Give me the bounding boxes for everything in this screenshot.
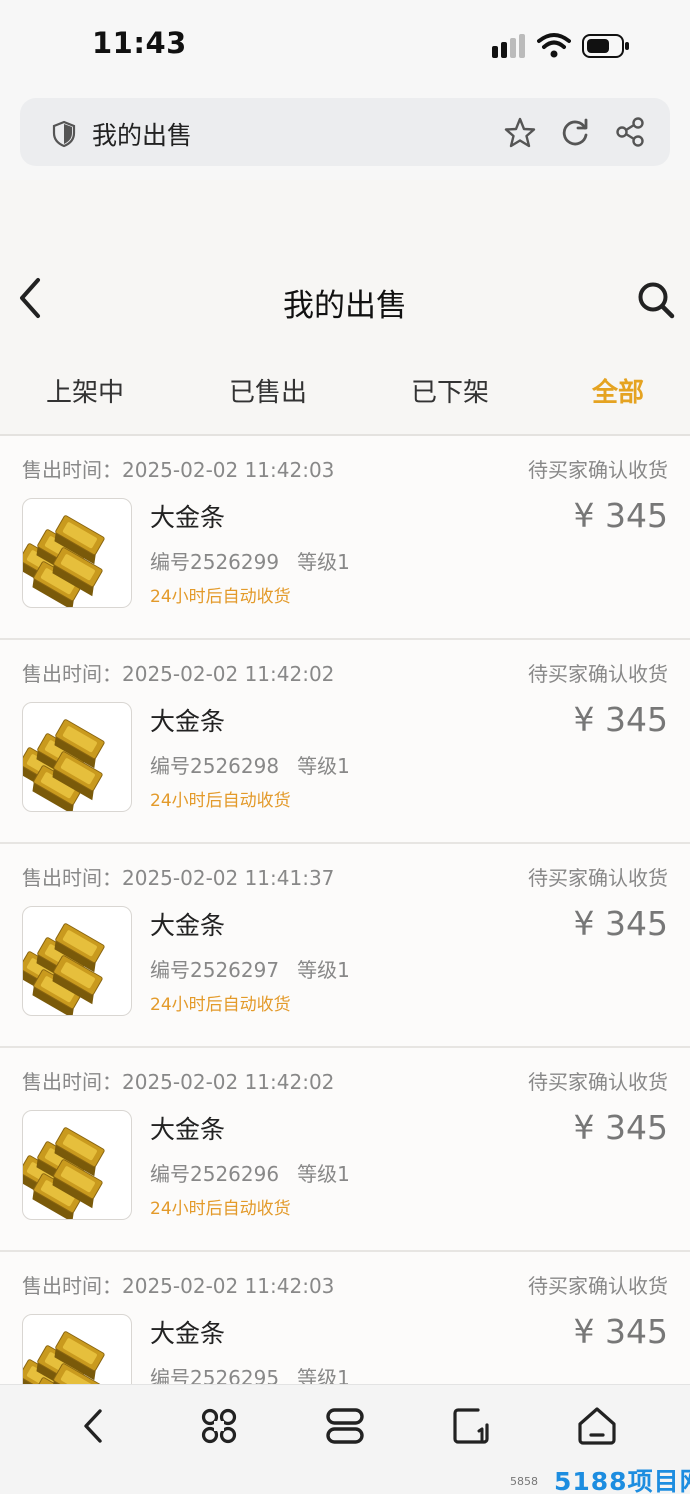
item-price: ¥ 345 [573, 904, 668, 943]
item-thumbnail [22, 906, 132, 1016]
item-thumbnail [22, 1110, 132, 1220]
auto-receive-tip: 24小时后自动收货 [150, 995, 291, 1015]
item-meta: 编号2526298 等级1 [150, 750, 350, 779]
cellular-signal-icon [492, 34, 525, 58]
sold-time: 售出时间：2025-02-02 11:42:02 [22, 1070, 335, 1094]
item-name: 大金条 [150, 911, 226, 940]
order-card[interactable]: 售出时间：2025-02-02 11:42:03 待买家确认收货 大金条 编号2… [0, 436, 690, 640]
item-meta: 编号2526296 等级1 [150, 1158, 350, 1187]
status-bar: 11:43 [0, 0, 690, 92]
item-price: ¥ 345 [573, 1108, 668, 1147]
item-meta: 编号2526299 等级1 [150, 546, 350, 575]
sold-time: 售出时间：2025-02-02 11:42:02 [22, 662, 335, 686]
new-tab-icon[interactable] [448, 1403, 494, 1449]
search-icon[interactable] [636, 280, 676, 320]
order-status: 待买家确认收货 [528, 662, 668, 686]
item-number: 编号2526298 [150, 754, 280, 778]
order-status: 待买家确认收货 [528, 1070, 668, 1094]
menu-icon[interactable] [196, 1403, 242, 1449]
star-icon[interactable] [503, 116, 537, 150]
page: 11:43 我的出售 我的出售 上架中 已售出 已下架 全部 售出时间：2025… [0, 0, 690, 1494]
item-thumbnail [22, 702, 132, 812]
auto-receive-tip: 24小时后自动收货 [150, 587, 291, 607]
item-price: ¥ 345 [573, 700, 668, 739]
item-name: 大金条 [150, 1115, 226, 1144]
watermark: 5858 5188项目网 [510, 1464, 690, 1494]
order-list: 售出时间：2025-02-02 11:42:03 待买家确认收货 大金条 编号2… [0, 436, 690, 1456]
item-number: 编号2526299 [150, 550, 280, 574]
item-name: 大金条 [150, 503, 226, 532]
shield-icon[interactable] [52, 120, 76, 148]
item-meta: 编号2526297 等级1 [150, 954, 350, 983]
filter-tabs: 上架中 已售出 已下架 全部 [0, 348, 690, 436]
item-level: 等级1 [297, 550, 350, 574]
item-price: ¥ 345 [573, 496, 668, 535]
wifi-icon [537, 33, 571, 58]
url-title[interactable]: 我的出售 [92, 116, 192, 152]
auto-receive-tip: 24小时后自动收货 [150, 791, 291, 811]
gold-bars-icon [23, 719, 105, 811]
sold-time: 售出时间：2025-02-02 11:41:37 [22, 866, 335, 890]
page-title: 我的出售 [283, 288, 407, 324]
item-level: 等级1 [297, 1162, 350, 1186]
sold-time: 售出时间：2025-02-02 11:42:03 [22, 1274, 335, 1298]
share-icon[interactable] [614, 116, 646, 148]
item-price: ¥ 345 [573, 1312, 668, 1351]
battery-icon [582, 34, 629, 58]
tab-all[interactable]: 全部 [592, 372, 644, 409]
reload-icon[interactable] [559, 116, 591, 148]
tabs-icon[interactable] [322, 1403, 368, 1449]
nav-back-icon[interactable] [72, 1403, 118, 1449]
order-status: 待买家确认收货 [528, 866, 668, 890]
status-time: 11:43 [92, 26, 187, 60]
home-icon[interactable] [574, 1403, 620, 1449]
auto-receive-tip: 24小时后自动收货 [150, 1199, 291, 1219]
item-number: 编号2526296 [150, 1162, 280, 1186]
order-card[interactable]: 售出时间：2025-02-02 11:41:37 待买家确认收货 大金条 编号2… [0, 844, 690, 1048]
item-name: 大金条 [150, 1319, 226, 1348]
gold-bars-icon [23, 515, 105, 607]
item-number: 编号2526297 [150, 958, 280, 982]
order-card[interactable]: 售出时间：2025-02-02 11:42:02 待买家确认收货 大金条 编号2… [0, 1048, 690, 1252]
item-level: 等级1 [297, 754, 350, 778]
order-status: 待买家确认收货 [528, 1274, 668, 1298]
order-card[interactable]: 售出时间：2025-02-02 11:42:02 待买家确认收货 大金条 编号2… [0, 640, 690, 844]
item-name: 大金条 [150, 707, 226, 736]
watermark-small-text: 5858 [510, 1475, 538, 1488]
tab-sold[interactable]: 已售出 [229, 372, 307, 409]
sold-time: 售出时间：2025-02-02 11:42:03 [22, 458, 335, 482]
watermark-text: 5188项目网 [554, 1467, 690, 1494]
app-header: 我的出售 [0, 180, 690, 348]
browser-address-bar: 我的出售 [0, 92, 690, 181]
item-level: 等级1 [297, 958, 350, 982]
gold-bars-icon [23, 1127, 105, 1219]
gold-bars-icon [23, 923, 105, 1015]
order-status: 待买家确认收货 [528, 458, 668, 482]
tab-on-shelf[interactable]: 上架中 [46, 372, 124, 409]
item-thumbnail [22, 498, 132, 608]
tab-off-shelf[interactable]: 已下架 [411, 372, 489, 409]
